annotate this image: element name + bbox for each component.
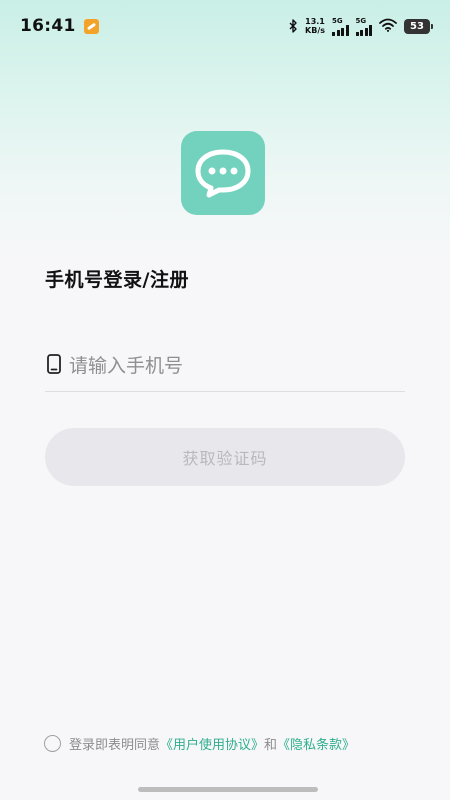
status-time: 16:41 (20, 16, 76, 36)
signal-bars-icon (355, 24, 372, 36)
bluetooth-icon (289, 19, 298, 33)
chat-bubble-icon (195, 149, 251, 198)
phone-number-field[interactable] (45, 340, 405, 392)
app-logo (181, 131, 265, 215)
status-indicators: 13.1 KB/s 5G 5G 53 (289, 16, 433, 36)
get-verification-code-button[interactable]: 获取验证码 (45, 428, 405, 486)
battery-indicator: 53 (404, 18, 433, 34)
page-title: 手机号登录/注册 (45, 269, 189, 291)
notification-app-icon (83, 18, 99, 34)
privacy-policy-link[interactable]: 《隐私条款》 (277, 734, 355, 753)
wifi-icon (379, 17, 397, 36)
home-indicator[interactable] (138, 787, 318, 792)
status-bar: 16:41 13.1 KB/s 5G 5G 53 (0, 0, 450, 52)
agreement-prefix-text: 登录即表明同意 (69, 738, 161, 753)
agreement-row: 登录即表明同意 《用户使用协议》 和 《隐私条款》 (44, 734, 355, 753)
phone-icon (47, 353, 61, 378)
network-speed-unit: KB/s (305, 26, 325, 35)
agreement-connector-text: 和 (264, 738, 278, 753)
signal-type-label: 5G (355, 16, 367, 25)
phone-number-input[interactable] (69, 354, 369, 377)
cellular-signal-2: 5G (355, 16, 372, 36)
signal-type-label: 5G (332, 16, 343, 25)
agreement-checkbox[interactable] (44, 735, 61, 752)
user-agreement-link[interactable]: 《用户使用协议》 (160, 734, 264, 753)
network-speed: 13.1 KB/s (305, 17, 325, 35)
cellular-signal-1: 5G (332, 17, 349, 36)
signal-bars-icon (332, 24, 349, 36)
network-speed-value: 13.1 (305, 17, 325, 26)
